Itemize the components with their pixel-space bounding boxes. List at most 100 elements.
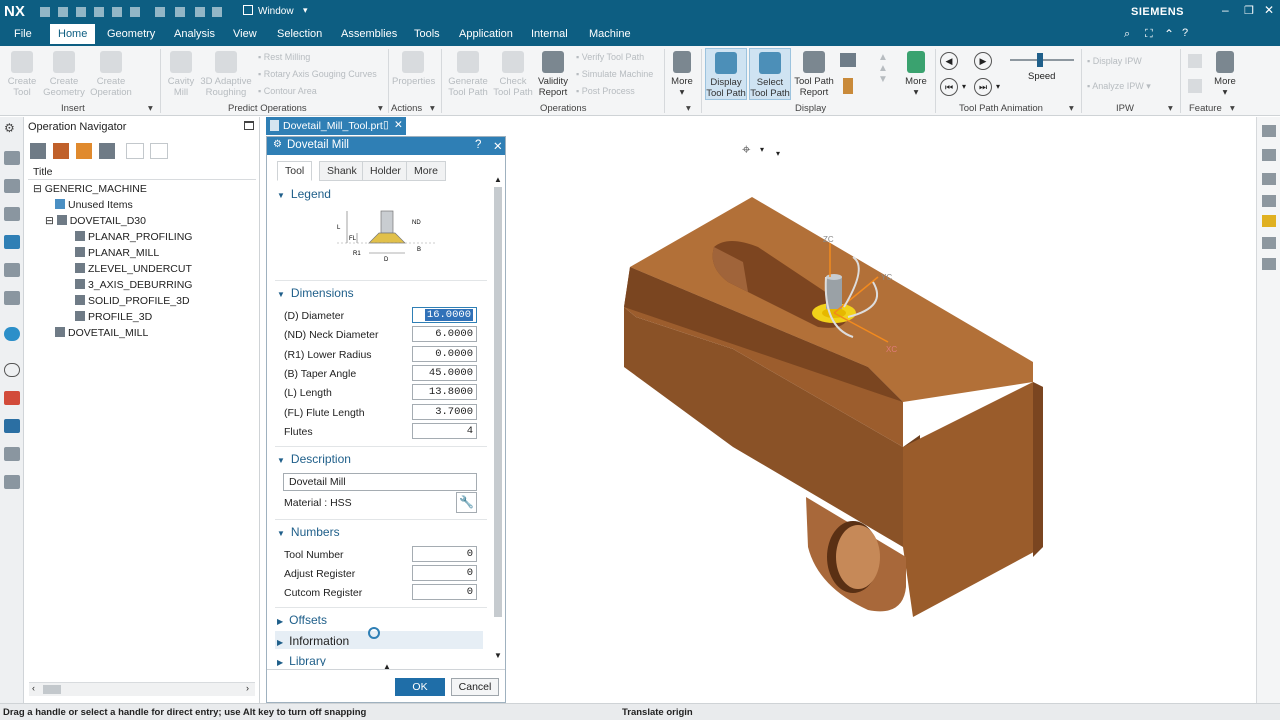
- step-back-icon[interactable]: ◀: [940, 52, 958, 70]
- simulate-machine-button[interactable]: ▪ Simulate Machine: [576, 69, 653, 79]
- tab-holder[interactable]: Holder: [362, 161, 409, 181]
- csys-icon[interactable]: [1262, 258, 1276, 270]
- mcs-icon[interactable]: [1262, 237, 1276, 249]
- tab-tool[interactable]: Tool: [277, 161, 313, 181]
- forward-icon[interactable]: ⏭: [974, 78, 992, 96]
- ribbon-collapse-icon[interactable]: ⌃: [1164, 27, 1174, 41]
- machining-method-view-icon[interactable]: [99, 143, 115, 159]
- contour-area-button[interactable]: ▪ Contour Area: [258, 86, 317, 96]
- generate-tool-path-button[interactable]: Generate Tool Path: [446, 51, 490, 98]
- adaptive-roughing-button[interactable]: 3D Adaptive Roughing: [198, 51, 254, 98]
- length-input[interactable]: 13.8000: [412, 384, 477, 400]
- help-icon[interactable]: ?: [475, 139, 481, 151]
- verify-tool-path-button[interactable]: ▪ Verify Tool Path: [576, 52, 644, 62]
- program-order-view-icon[interactable]: [30, 143, 46, 159]
- display-tool-path-button[interactable]: Display Tool Path: [705, 48, 747, 100]
- tool-number-input[interactable]: 0: [412, 546, 477, 562]
- history-icon[interactable]: [4, 363, 20, 377]
- window-dropdown-icon[interactable]: ▾: [303, 5, 308, 16]
- operations-expand-icon[interactable]: ▾: [686, 103, 691, 114]
- cutcom-register-input[interactable]: 0: [412, 584, 477, 600]
- display-ipw-button[interactable]: ▪ Display IPW: [1087, 56, 1142, 66]
- forward-dropdown-icon[interactable]: ▾: [996, 82, 1000, 91]
- expand-all-icon[interactable]: [126, 143, 144, 159]
- scroll-thumb[interactable]: [494, 187, 502, 617]
- collapse-all-icon[interactable]: [150, 143, 168, 159]
- maximize-icon[interactable]: [244, 121, 254, 130]
- graphics-window[interactable]: ⌖ ▾ ▾ ZC YC XC: [508, 117, 1256, 703]
- numbers-section[interactable]: ▼ Numbers: [277, 525, 340, 539]
- more-display-button[interactable]: More ▾: [900, 51, 932, 98]
- animation-expand-icon[interactable]: ▾: [1069, 103, 1074, 114]
- web-browser-icon[interactable]: [4, 327, 20, 341]
- dimensions-section[interactable]: ▼ Dimensions: [277, 286, 354, 300]
- menu-assemblies[interactable]: Assemblies: [341, 28, 397, 40]
- pin-icon[interactable]: ▯: [383, 119, 389, 131]
- menu-tools[interactable]: Tools: [414, 28, 440, 40]
- scroll-right-icon[interactable]: ›: [246, 683, 249, 693]
- menu-analysis[interactable]: Analysis: [174, 28, 215, 40]
- reuse-library-icon[interactable]: [4, 447, 20, 461]
- tree-item-dovetail-mill[interactable]: DOVETAIL_MILL: [55, 327, 148, 339]
- analyze-ipw-button[interactable]: ▪ Analyze IPW ▾: [1087, 81, 1151, 92]
- wcs-icon[interactable]: [1262, 149, 1276, 161]
- tree-item-zlevel-undercut[interactable]: ZLEVEL_UNDERCUT: [75, 263, 192, 275]
- minimize-icon[interactable]: –: [1222, 3, 1229, 17]
- vertical-scrollbar[interactable]: ▲ ▼: [493, 175, 503, 665]
- properties-button[interactable]: Properties: [392, 51, 435, 87]
- neck-diameter-input[interactable]: 6.0000: [412, 326, 477, 342]
- tree-item-planar-mill[interactable]: PLANAR_MILL: [75, 247, 159, 259]
- tool-display-icon[interactable]: [843, 78, 853, 94]
- legend-section[interactable]: ▼ Legend: [277, 187, 331, 201]
- search-icon[interactable]: ⌕: [1124, 28, 1130, 41]
- offsets-section[interactable]: ▶ Offsets: [277, 613, 327, 627]
- tool-path-report-button[interactable]: Tool Path Report: [793, 51, 835, 98]
- menu-selection[interactable]: Selection: [277, 28, 322, 40]
- taper-angle-input[interactable]: 45.0000: [412, 365, 477, 381]
- library-section[interactable]: ▶ Library: [277, 654, 326, 666]
- tab-more[interactable]: More: [406, 161, 446, 181]
- scroll-up-icon[interactable]: ▲: [494, 175, 502, 184]
- display-option-icon[interactable]: [840, 53, 856, 67]
- flute-length-input[interactable]: 3.7000: [412, 404, 477, 420]
- tree-item-planar-profiling[interactable]: PLANAR_PROFILING: [75, 231, 192, 243]
- part-navigator-icon[interactable]: [4, 151, 20, 165]
- quick-access-toolbar[interactable]: [40, 6, 230, 18]
- geometry-view-icon[interactable]: [76, 143, 92, 159]
- adjust-register-input[interactable]: 0: [412, 565, 477, 581]
- information-section[interactable]: ▶ Information: [277, 634, 349, 648]
- flutes-input[interactable]: 4: [412, 423, 477, 439]
- feature-icon[interactable]: [1188, 54, 1202, 68]
- horizontal-scrollbar[interactable]: ‹ ›: [29, 682, 255, 696]
- more-operations-button[interactable]: More ▾: [667, 51, 697, 98]
- arrows-icon[interactable]: ▲ ▲ ▼: [878, 52, 888, 85]
- snap-icon[interactable]: [1262, 173, 1276, 185]
- machine-tool-view-icon[interactable]: [53, 143, 69, 159]
- palette-icon[interactable]: [4, 391, 20, 405]
- menu-home[interactable]: Home: [50, 24, 96, 46]
- speed-slider-thumb[interactable]: [1037, 53, 1043, 67]
- check-tool-path-button[interactable]: Check Tool Path: [492, 51, 534, 98]
- view-icon[interactable]: [1262, 125, 1276, 137]
- rotary-gouging-button[interactable]: ▪ Rotary Axis Gouging Curves: [258, 69, 377, 79]
- close-dialog-icon[interactable]: ✕: [493, 139, 503, 153]
- predict-expand-icon[interactable]: ▾: [378, 103, 383, 114]
- help-icon[interactable]: ?: [1182, 27, 1188, 39]
- feature-option-icon[interactable]: [1188, 79, 1202, 93]
- create-operation-button[interactable]: Create Operation: [88, 51, 134, 98]
- cancel-button[interactable]: Cancel: [451, 678, 499, 696]
- tree-item-3-axis-deburring[interactable]: 3_AXIS_DEBURRING: [75, 279, 192, 291]
- select-tool-path-button[interactable]: Select Tool Path: [749, 48, 791, 100]
- feature-expand-icon[interactable]: ▾: [1230, 103, 1235, 114]
- roles-icon[interactable]: [4, 419, 20, 433]
- highlight-icon[interactable]: [1262, 215, 1276, 227]
- description-section[interactable]: ▼ Description: [277, 452, 351, 466]
- lower-radius-input[interactable]: 0.0000: [412, 346, 477, 362]
- tab-shank[interactable]: Shank: [319, 161, 365, 181]
- tree-item-unused-items[interactable]: Unused Items: [55, 199, 133, 211]
- constraint-navigator-icon[interactable]: [4, 207, 20, 221]
- window-menu[interactable]: Window: [258, 6, 294, 17]
- create-geometry-button[interactable]: Create Geometry: [42, 51, 86, 98]
- menu-application[interactable]: Application: [459, 28, 513, 40]
- ok-button[interactable]: OK: [395, 678, 445, 696]
